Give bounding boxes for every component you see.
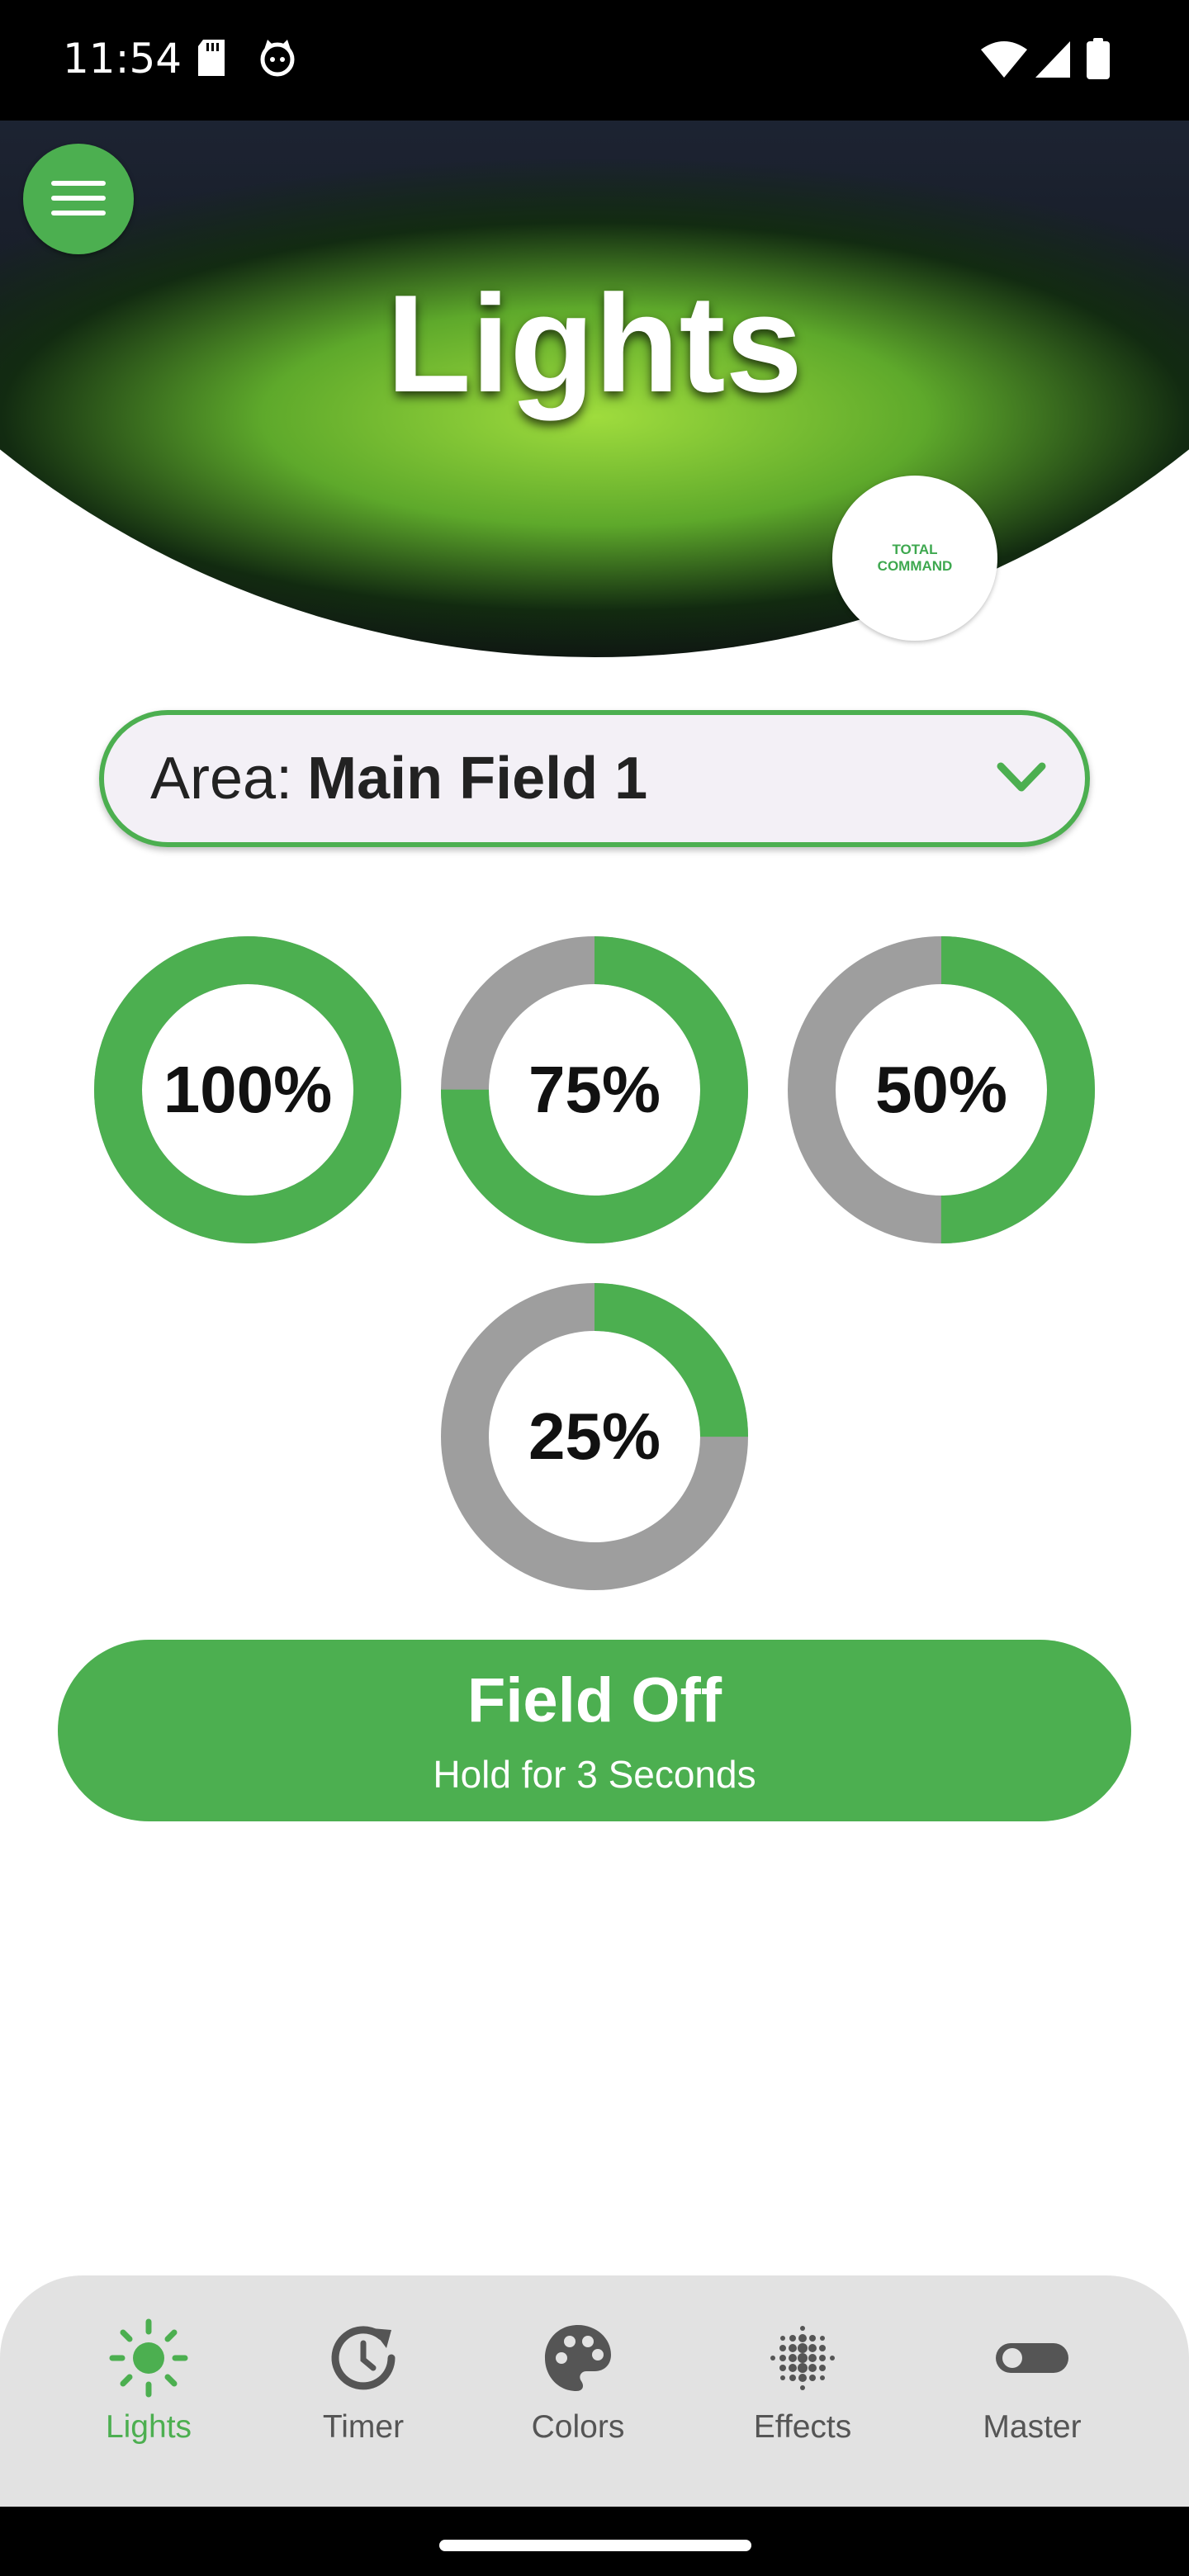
cat-face-icon: [258, 38, 297, 82]
palette-icon: [538, 2318, 618, 2398]
battery-icon: [1087, 38, 1110, 83]
wifi-icon: [981, 41, 1027, 82]
nav-lights[interactable]: Lights: [76, 2275, 221, 2507]
logo-line-2: COMMAND: [877, 558, 953, 574]
total-command-logo: TOTAL COMMAND: [832, 476, 997, 641]
level-25-button[interactable]: 25%: [441, 1283, 748, 1590]
timer-icon: [324, 2318, 403, 2398]
nav-colors[interactable]: Colors: [505, 2275, 651, 2507]
page-title: Lights: [386, 266, 803, 421]
sun-icon: [109, 2318, 188, 2398]
field-off-button[interactable]: Field Off Hold for 3 Seconds: [58, 1640, 1131, 1821]
level-50-label: 50%: [874, 1053, 1008, 1126]
logo-line-1: TOTAL: [892, 542, 938, 557]
dot-grid-icon: [763, 2318, 842, 2398]
nav-master-label: Master: [983, 2409, 1082, 2445]
nav-effects-label: Effects: [753, 2409, 852, 2445]
nav-colors-label: Colors: [531, 2409, 625, 2445]
area-value: Main Field 1: [307, 746, 648, 812]
nav-effects[interactable]: Effects: [730, 2275, 875, 2507]
menu-button[interactable]: [23, 144, 134, 254]
hamburger-menu-icon: [51, 178, 106, 221]
level-75-label: 75%: [528, 1053, 661, 1126]
level-75-button[interactable]: 75%: [441, 936, 748, 1243]
gesture-bar: [0, 2507, 1189, 2576]
nav-timer[interactable]: Timer: [291, 2275, 436, 2507]
level-100-label: 100%: [163, 1053, 333, 1126]
sd-card-icon: [195, 38, 228, 82]
home-indicator[interactable]: [439, 2540, 751, 2551]
field-off-subtitle: Hold for 3 Seconds: [433, 1753, 756, 1796]
nav-master[interactable]: Master: [959, 2275, 1105, 2507]
toggle-icon: [992, 2318, 1072, 2398]
nav-timer-label: Timer: [322, 2409, 405, 2445]
area-selector[interactable]: Area: Main Field 1: [99, 710, 1090, 847]
level-100-button[interactable]: 100%: [94, 936, 401, 1243]
status-bar: 11:54: [0, 0, 1189, 121]
status-time: 11:54: [63, 35, 182, 83]
level-50-button[interactable]: 50%: [788, 936, 1095, 1243]
level-25-label: 25%: [528, 1399, 661, 1473]
chevron-down-icon: [996, 760, 1047, 802]
signal-icon: [1035, 41, 1070, 82]
field-off-title: Field Off: [467, 1665, 722, 1735]
bottom-navigation: Lights Timer Colors Effects Master: [0, 2275, 1189, 2507]
nav-lights-label: Lights: [105, 2409, 192, 2445]
area-label: Area:: [150, 746, 293, 812]
